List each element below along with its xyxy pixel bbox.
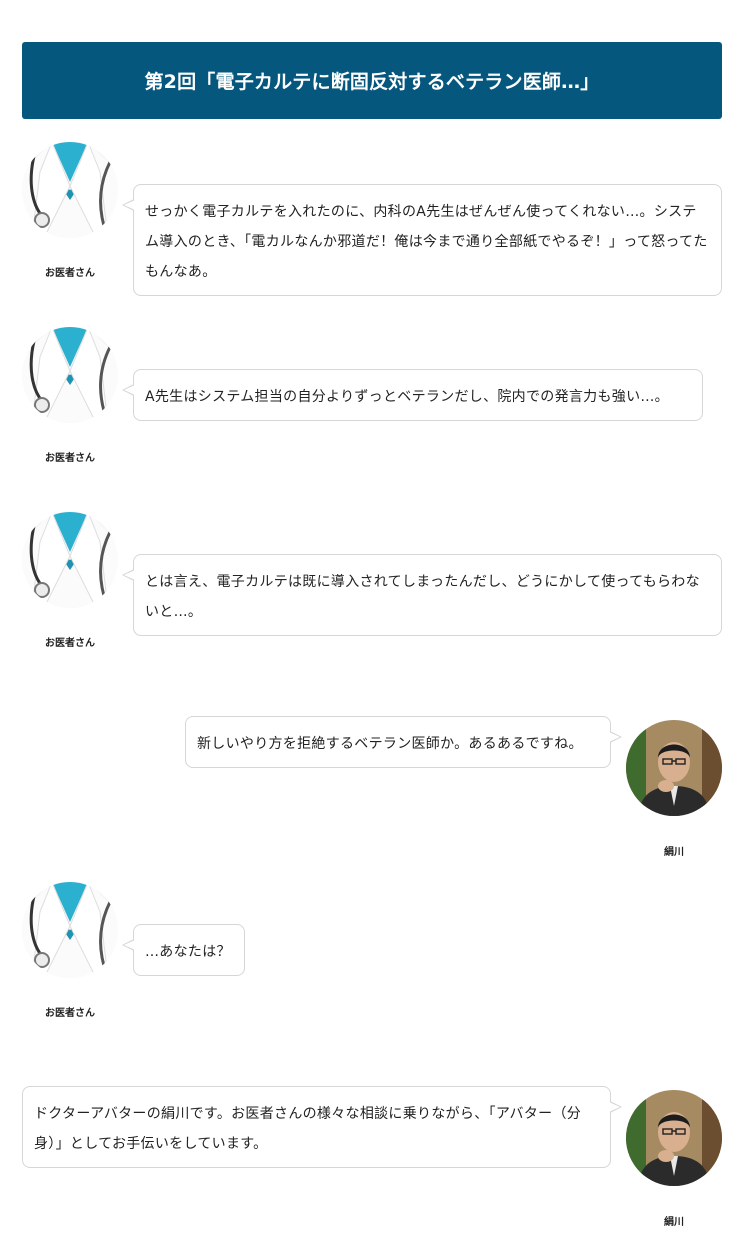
chat-bubble: A先生はシステム担当の自分よりずっとベテランだし、院内での発言力も強い…。	[122, 369, 703, 421]
doctor-avatar	[22, 512, 118, 608]
speaker-name: お医者さん	[45, 268, 95, 279]
chat-bubble: とは言え、電子カルテは既に導入されてしまったんだし、どうにかして使ってもらわない…	[122, 554, 722, 636]
kinukawa-avatar	[626, 1090, 722, 1186]
speaker-name: お医者さん	[45, 1008, 95, 1019]
doctor-avatar	[22, 327, 118, 423]
speaker-name: 絹川	[664, 1217, 684, 1228]
doctor-avatar	[22, 142, 118, 238]
speaker-name: お医者さん	[45, 453, 95, 464]
speaker-name: 絹川	[664, 847, 684, 858]
kinukawa-avatar	[626, 720, 722, 816]
page-header: 第2回「電子カルテに断固反対するベテラン医師…」	[22, 42, 722, 119]
chat-bubble: ドクターアバターの絹川です。お医者さんの様々な相談に乗りながら、「アバター（分身…	[22, 1086, 622, 1168]
chat-bubble: 新しいやり方を拒絶するベテラン医師か。あるあるですね。	[185, 716, 622, 768]
speaker-name: お医者さん	[45, 638, 95, 649]
doctor-avatar	[22, 882, 118, 978]
chat-bubble: せっかく電子カルテを入れたのに、内科のA先生はぜんぜん使ってくれない…。システム…	[122, 184, 722, 296]
page-title: 第2回「電子カルテに断固反対するベテラン医師…」	[144, 71, 600, 93]
chat-bubble: …あなたは？	[122, 924, 245, 976]
